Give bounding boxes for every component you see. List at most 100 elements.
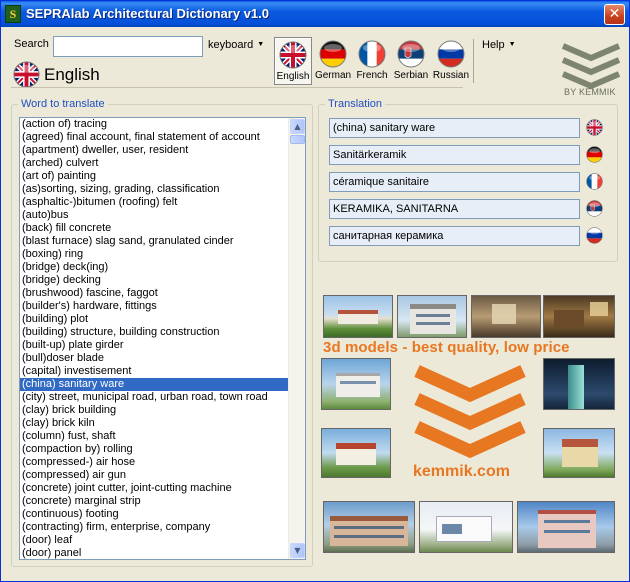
kemmik-chevron-logo-icon [414, 365, 526, 459]
render-image [471, 295, 541, 338]
list-item[interactable]: (continuous) footing [20, 508, 288, 521]
render-image [321, 428, 391, 478]
keyboard-menu[interactable]: keyboard ▼ [208, 39, 264, 51]
keyboard-menu-label: keyboard [208, 39, 254, 51]
language-button-serbian[interactable]: Serbian [392, 37, 430, 85]
list-item[interactable]: (agreed) final account, final statement … [20, 131, 288, 144]
chevron-down-icon: ▼ [257, 41, 265, 48]
list-item[interactable]: (built-up) plate girder [20, 339, 288, 352]
list-item[interactable]: (contracting) firm, enterprise, company [20, 521, 288, 534]
list-item[interactable]: (bridge) decking [20, 274, 288, 287]
render-image [419, 501, 513, 553]
list-item[interactable]: (asphaltic-)bitumen (roofing) felt [20, 196, 288, 209]
list-item[interactable]: (compaction by) rolling [20, 443, 288, 456]
word-list[interactable]: (action of) tracing (agreed) final accoun… [19, 117, 306, 560]
russia-flag-icon [586, 227, 603, 244]
group-title: Translation [325, 98, 386, 110]
uk-flag-icon [13, 61, 40, 88]
uk-flag-icon [279, 41, 307, 69]
toolbar-separator [473, 39, 474, 83]
list-item[interactable]: (column) fust, shaft [20, 430, 288, 443]
list-item[interactable]: (clay) brick building [20, 404, 288, 417]
language-label: Serbian [393, 70, 429, 81]
help-menu[interactable]: Help ▼ [482, 39, 516, 51]
list-item[interactable]: (apartment) dweller, user, resident [20, 144, 288, 157]
translation-german[interactable]: Sanitärkeramik [329, 145, 580, 165]
serbia-flag-icon [397, 40, 425, 68]
list-item[interactable]: (bull)doser blade [20, 352, 288, 365]
translation-serbian[interactable]: KERAMIKA, SANITARNA [329, 199, 580, 219]
list-item[interactable]: (brushwood) fascine, faggot [20, 287, 288, 300]
render-image [321, 358, 391, 410]
render-image [543, 358, 615, 410]
render-image [543, 295, 615, 338]
close-button[interactable]: ✕ [604, 4, 625, 25]
help-menu-label: Help [482, 39, 505, 51]
language-button-english[interactable]: English [274, 37, 312, 85]
list-item[interactable]: (china) sanitary ware [20, 378, 288, 391]
translation-russian[interactable]: санитарная керамика [329, 226, 580, 246]
word-list-scrollbar[interactable]: ▲ ▼ [288, 118, 305, 559]
germany-flag-icon [586, 146, 603, 163]
list-item[interactable]: (concrete) marginal strip [20, 495, 288, 508]
list-item[interactable]: (compressed-) air hose [20, 456, 288, 469]
search-label: Search [14, 38, 49, 50]
translation-french[interactable]: céramique sanitaire [329, 172, 580, 192]
list-item[interactable]: (back) fill concrete [20, 222, 288, 235]
ad-brand: kemmik.com [413, 463, 510, 480]
list-item[interactable]: (builder's) hardware, fittings [20, 300, 288, 313]
list-item[interactable]: (clay) brick kiln [20, 417, 288, 430]
list-item[interactable]: (building) structure, building construct… [20, 326, 288, 339]
language-label: French [356, 70, 388, 81]
title-bar[interactable]: S SEPRAlab Architectural Dictionary v1.0… [1, 1, 629, 27]
word-list-items: (action of) tracing (agreed) final accoun… [20, 118, 288, 559]
list-item[interactable]: (door) leaf [20, 534, 288, 547]
translation-english[interactable]: (china) sanitary ware [329, 118, 580, 138]
render-image [323, 295, 393, 338]
france-flag-icon [358, 40, 386, 68]
search-input[interactable] [53, 36, 203, 57]
list-item[interactable]: (concrete) joint cutter, joint-cutting m… [20, 482, 288, 495]
kemmik-advertisement[interactable] [319, 293, 617, 555]
ad-slogan: 3d models - best quality, low price [323, 339, 570, 356]
render-image [543, 428, 615, 478]
france-flag-icon [586, 173, 603, 190]
language-button-russian[interactable]: Russian [432, 37, 470, 85]
window-title: SEPRAlab Architectural Dictionary v1.0 [26, 6, 269, 21]
header-divider [11, 87, 463, 88]
render-image [517, 501, 615, 553]
render-image [323, 501, 415, 553]
list-item[interactable]: (action of) tracing [20, 118, 288, 131]
list-item[interactable]: (compressed) air gun [20, 469, 288, 482]
list-item[interactable]: (blast furnace) slag sand, granulated ci… [20, 235, 288, 248]
language-label: German [314, 70, 352, 81]
current-language-name: English [44, 64, 100, 84]
language-label: English [276, 71, 310, 82]
list-item[interactable]: (as)sorting, sizing, grading, classifica… [20, 183, 288, 196]
language-button-german[interactable]: German [314, 37, 352, 85]
list-item[interactable]: (city) street, municipal road, urban roa… [20, 391, 288, 404]
language-button-french[interactable]: French [353, 37, 391, 85]
current-language: English [13, 61, 100, 87]
serbia-flag-icon [586, 200, 603, 217]
render-image [397, 295, 467, 338]
list-item[interactable]: (capital) investisement [20, 365, 288, 378]
chevron-down-icon: ▼ [508, 41, 516, 48]
app-icon[interactable]: S [5, 5, 21, 23]
list-item[interactable]: (auto)bus [20, 209, 288, 222]
app-window: S SEPRAlab Architectural Dictionary v1.0… [0, 0, 630, 582]
russia-flag-icon [437, 40, 465, 68]
germany-flag-icon [319, 40, 347, 68]
uk-flag-icon [586, 119, 603, 136]
scrollbar-thumb[interactable] [290, 135, 305, 144]
scroll-up-icon[interactable]: ▲ [290, 119, 305, 134]
list-item[interactable]: (arched) culvert [20, 157, 288, 170]
list-item[interactable]: (building) plot [20, 313, 288, 326]
list-item[interactable]: (boxing) ring [20, 248, 288, 261]
scroll-down-icon[interactable]: ▼ [290, 543, 305, 558]
list-item[interactable]: (art of) painting [20, 170, 288, 183]
list-item[interactable]: (door) panel [20, 547, 288, 559]
group-title: Word to translate [18, 98, 108, 110]
list-item[interactable]: (bridge) deck(ing) [20, 261, 288, 274]
logo-caption: BY KEMMIK [564, 87, 616, 97]
